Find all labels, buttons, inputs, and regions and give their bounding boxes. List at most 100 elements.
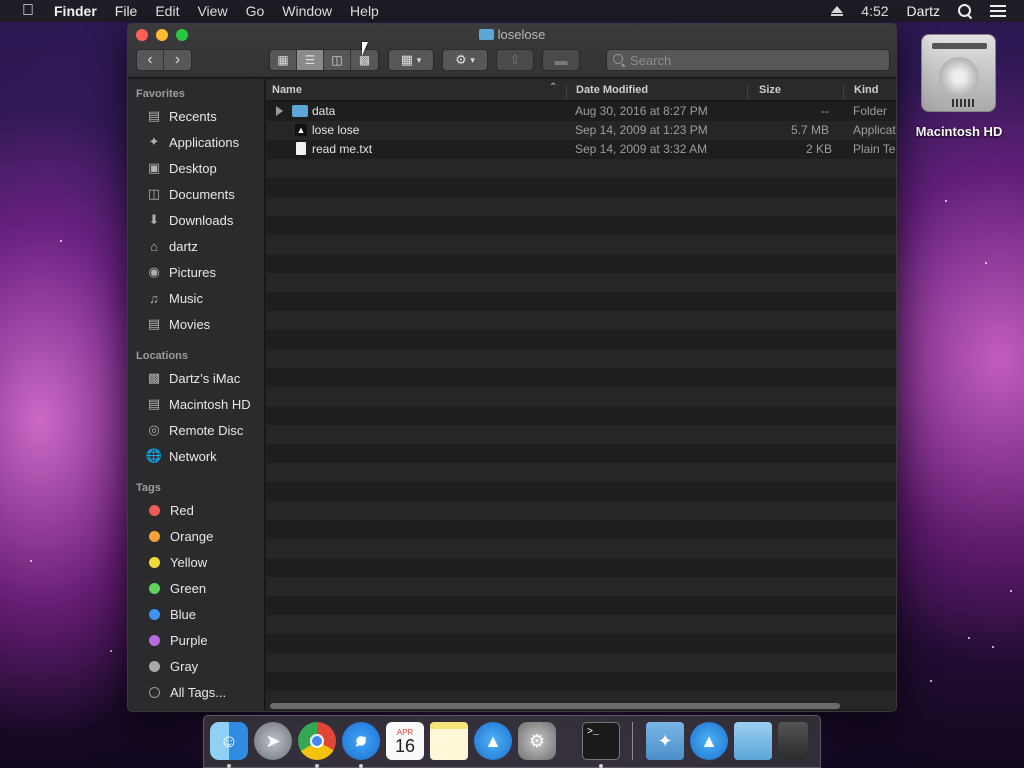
apple-icon[interactable]:  <box>18 2 38 20</box>
tag-red-dot <box>149 504 160 516</box>
disclosure-triangle-icon[interactable] <box>276 106 283 116</box>
finder-icon[interactable]: ☺ <box>210 722 248 760</box>
arrange-button[interactable]: ▦ ▾ <box>388 49 434 71</box>
dock-separator <box>632 722 633 760</box>
file-name: lose lose <box>312 123 360 137</box>
safari-icon[interactable]: ➚ <box>342 722 380 760</box>
search-input[interactable] <box>630 52 870 68</box>
sidebar-item-network[interactable]: 🌐 Network <box>128 444 265 468</box>
spotlight-icon[interactable] <box>958 4 972 18</box>
action-button[interactable]: ⚙ ▾ <box>442 49 488 71</box>
sidebar-item-pictures[interactable]: ◉ Pictures <box>128 260 265 284</box>
sidebar-item-recents[interactable]: ▤ Recents <box>128 104 265 128</box>
sidebar-item-movies[interactable]: ▤ Movies <box>128 312 265 336</box>
sidebar-item-imac[interactable]: ▩ Dartz’s iMac <box>128 366 265 390</box>
share-button[interactable]: ⇧ <box>496 49 534 71</box>
documents-icon: ◫ <box>147 186 161 201</box>
tag-green-dot <box>149 582 160 594</box>
icon-view-button[interactable]: ▦ <box>270 50 297 70</box>
calendar-day: 16 <box>394 735 416 756</box>
column-header-size[interactable]: Size <box>759 84 781 96</box>
menu-bar:  Finder File Edit View Go Window Help 4… <box>0 0 1024 22</box>
file-name: read me.txt <box>312 142 373 156</box>
tag-blue-dot <box>149 608 160 620</box>
trash-icon[interactable] <box>778 722 808 760</box>
file-date: Sep 14, 2009 at 3:32 AM <box>575 142 708 156</box>
table-row[interactable]: ▲ lose lose Sep 14, 2009 at 1:23 PM 5.7 … <box>266 121 896 140</box>
sidebar-header-locations: Locations <box>136 350 188 362</box>
star <box>945 200 947 202</box>
file-size: -- <box>821 104 829 118</box>
column-view-button[interactable]: ◫ <box>324 50 351 70</box>
sidebar-item-desktop[interactable]: ▣ Desktop <box>128 156 265 180</box>
list-view-button[interactable]: ☰ <box>297 50 324 70</box>
menu-file[interactable]: File <box>115 3 138 19</box>
desktop-icon: ▣ <box>147 160 161 175</box>
macintosh-hd-desktop-icon[interactable] <box>921 34 996 112</box>
column-header-date[interactable]: Date Modified <box>576 84 648 96</box>
home-icon: ⌂ <box>150 238 158 254</box>
user-name[interactable]: Dartz <box>907 3 940 19</box>
sidebar-item-macintosh-hd[interactable]: ▤ Macintosh HD <box>128 392 265 416</box>
app-store-icon[interactable]: ▲ <box>474 722 512 760</box>
folder-icon <box>292 105 308 117</box>
sidebar: Favorites ▤ Recents ✦ Applications ▣ Deskto… <box>128 79 265 711</box>
sidebar-item-downloads[interactable]: ⬇ Downloads <box>128 208 265 232</box>
sidebar-item-remote-disc[interactable]: ◎ Remote Disc <box>128 418 265 442</box>
macintosh-hd-desktop-label[interactable]: Macintosh HD <box>904 124 1014 139</box>
column-header-kind[interactable]: Kind <box>854 84 878 96</box>
sidebar-tag-purple[interactable]: Purple <box>128 628 265 652</box>
menu-help[interactable]: Help <box>350 3 379 19</box>
file-kind: Plain Te <box>853 142 896 156</box>
menu-edit[interactable]: Edit <box>155 3 179 19</box>
file-kind: Folder <box>853 104 888 118</box>
search-icon <box>613 54 625 66</box>
sidebar-tag-green[interactable]: Green <box>128 576 265 600</box>
launchpad-icon[interactable]: ➤ <box>254 722 292 760</box>
notification-center-icon[interactable] <box>990 5 1006 17</box>
calendar-icon[interactable]: APR 16 <box>386 722 424 760</box>
forward-button[interactable]: › <box>164 50 191 70</box>
documents-folder-icon[interactable] <box>734 722 772 760</box>
search-field[interactable] <box>606 49 890 71</box>
terminal-icon[interactable]: >_ <box>582 722 620 760</box>
tags-button[interactable]: ▬ <box>542 49 580 71</box>
sidebar-all-tags[interactable]: All Tags... <box>128 680 265 704</box>
sort-chevron-icon: ⌃ <box>549 82 558 93</box>
sidebar-item-documents[interactable]: ◫ Documents <box>128 182 265 206</box>
sidebar-item-music[interactable]: ♫ Music <box>128 286 265 310</box>
menu-window[interactable]: Window <box>282 3 332 19</box>
sidebar-tag-red[interactable]: Red <box>128 498 265 522</box>
eject-icon[interactable] <box>831 5 844 17</box>
finder-window: loselose ‹ › ▦ ☰ ◫ ▩ ▦ ▾ ⚙ ▾ ⇧ ▬ Favor <box>127 23 897 712</box>
menu-go[interactable]: Go <box>246 3 265 19</box>
table-row[interactable]: read me.txt Sep 14, 2009 at 3:32 AM 2 KB… <box>266 140 896 159</box>
sidebar-item-applications[interactable]: ✦ Applications <box>128 130 265 154</box>
sidebar-tag-yellow[interactable]: Yellow <box>128 550 265 574</box>
applications-folder-icon[interactable]: ✦ <box>646 722 684 760</box>
star <box>60 240 62 242</box>
notes-icon[interactable] <box>430 722 468 760</box>
system-preferences-icon[interactable]: ⚙ <box>518 722 556 760</box>
chrome-icon[interactable] <box>298 722 336 760</box>
downloads-icon: ⬇ <box>148 212 160 227</box>
back-button[interactable]: ‹ <box>137 50 164 70</box>
sidebar-tag-gray[interactable]: Gray <box>128 654 265 678</box>
table-row[interactable]: data Aug 30, 2016 at 8:27 PM -- Folder <box>266 102 896 121</box>
menu-view[interactable]: View <box>197 3 227 19</box>
sidebar-item-home[interactable]: ⌂ dartz <box>128 234 265 258</box>
sidebar-tag-blue[interactable]: Blue <box>128 602 265 626</box>
app-store-downloads-icon[interactable]: ▲ <box>690 722 728 760</box>
back-forward-control: ‹ › <box>136 49 192 71</box>
pictures-icon: ◉ <box>148 264 160 279</box>
menu-finder[interactable]: Finder <box>54 3 97 19</box>
clock[interactable]: 4:52 <box>861 3 888 19</box>
column-header-name[interactable]: Name <box>272 84 302 96</box>
column-headers: Name ⌃ Date Modified Size Kind <box>266 79 896 101</box>
star <box>1010 590 1012 592</box>
horizontal-scrollbar[interactable] <box>270 703 840 709</box>
tag-purple-dot <box>149 634 160 646</box>
chevron-down-icon: ▾ <box>416 54 422 65</box>
file-date: Sep 14, 2009 at 1:23 PM <box>575 123 708 137</box>
sidebar-tag-orange[interactable]: Orange <box>128 524 265 548</box>
